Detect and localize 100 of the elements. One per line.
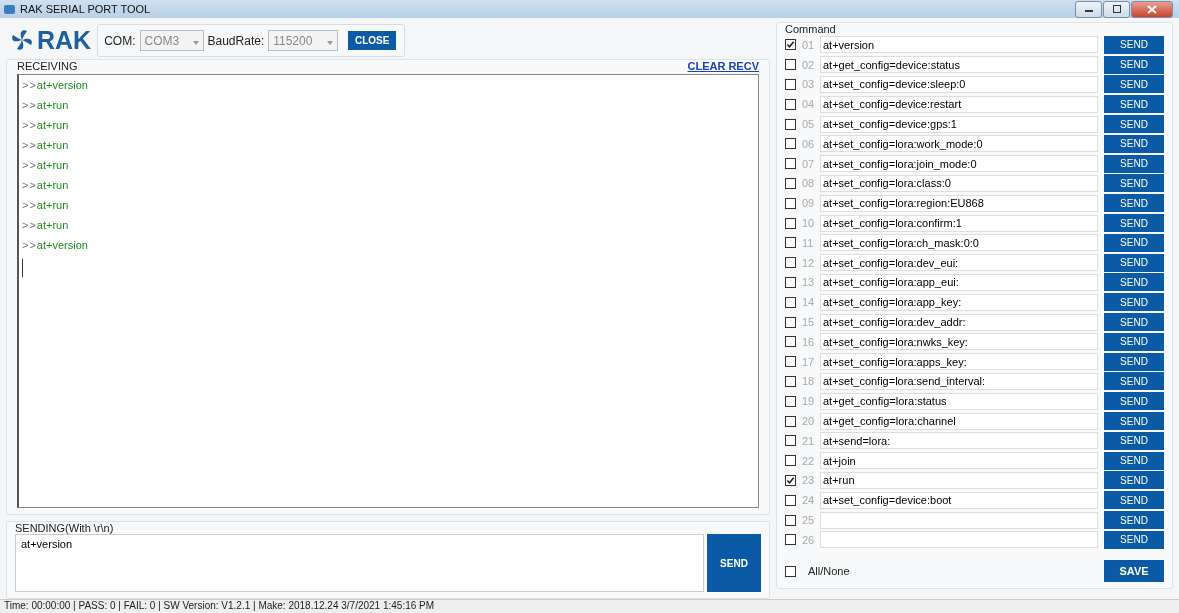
command-input[interactable]: at+set_config=device:restart bbox=[820, 95, 1098, 113]
send-button[interactable]: SEND bbox=[1104, 253, 1164, 272]
receive-text-area[interactable]: >>at+version >>at+run >>at+run >>at+run >>at+run >>at+run >>at+run >>at+run >>at+version bbox=[17, 74, 759, 508]
maximize-icon bbox=[1111, 5, 1122, 13]
checkbox[interactable] bbox=[785, 237, 796, 249]
command-input[interactable]: at+set_config=lora:join_mode:0 bbox=[820, 155, 1098, 173]
send-text-area[interactable]: at+version bbox=[15, 534, 704, 592]
command-input[interactable]: at+send=lora: bbox=[820, 432, 1098, 450]
command-input[interactable]: at+get_config=device:status bbox=[820, 56, 1098, 74]
command-input[interactable]: at+run bbox=[820, 471, 1098, 489]
command-input[interactable]: at+set_config=lora:class:0 bbox=[820, 174, 1098, 192]
checkbox[interactable] bbox=[785, 514, 796, 526]
send-button[interactable]: SEND bbox=[1104, 75, 1164, 94]
send-button[interactable]: SEND bbox=[1104, 392, 1164, 411]
checkbox[interactable] bbox=[785, 356, 796, 368]
received-line: >>at+run bbox=[22, 139, 70, 153]
checkbox[interactable] bbox=[785, 257, 796, 269]
command-input[interactable]: at+set_config=lora:dev_eui: bbox=[820, 254, 1098, 272]
minimize-button[interactable] bbox=[1075, 0, 1102, 18]
checkbox[interactable] bbox=[785, 197, 796, 209]
send-button[interactable]: SEND bbox=[1104, 530, 1164, 549]
command-input[interactable]: at+set_config=lora:dev_addr: bbox=[820, 313, 1098, 331]
command-input[interactable]: at+set_config=lora:region:EU868 bbox=[820, 194, 1098, 212]
checkbox[interactable] bbox=[785, 474, 796, 486]
checkbox[interactable] bbox=[785, 217, 796, 229]
command-input[interactable]: at+set_config=lora:work_mode:0 bbox=[820, 135, 1098, 153]
send-button[interactable]: SEND bbox=[1104, 451, 1164, 470]
row-number: 03 bbox=[802, 78, 816, 91]
row-number: 18 bbox=[802, 375, 816, 388]
send-button[interactable]: SEND bbox=[1104, 431, 1164, 450]
command-input[interactable]: at+join bbox=[820, 452, 1098, 470]
send-button[interactable]: SEND bbox=[1104, 115, 1164, 134]
command-input[interactable]: at+set_config=lora:app_eui: bbox=[820, 273, 1098, 291]
checkbox[interactable] bbox=[785, 415, 796, 427]
checkbox[interactable] bbox=[785, 276, 796, 288]
send-button[interactable]: SEND bbox=[1104, 95, 1164, 114]
logo-text: RAK bbox=[37, 26, 92, 55]
row-number: 14 bbox=[802, 296, 816, 309]
save-button[interactable]: SAVE bbox=[1104, 560, 1164, 582]
checkbox[interactable] bbox=[785, 177, 796, 189]
command-input[interactable]: at+set_config=lora:app_key: bbox=[820, 293, 1098, 311]
send-button[interactable]: SEND bbox=[1104, 491, 1164, 510]
row-number: 26 bbox=[802, 533, 816, 546]
checkbox[interactable] bbox=[785, 494, 796, 506]
checkbox[interactable] bbox=[785, 375, 796, 387]
checkbox[interactable] bbox=[785, 98, 796, 110]
checkbox[interactable] bbox=[785, 158, 796, 170]
command-input[interactable]: at+get_config=lora:channel bbox=[820, 412, 1098, 430]
send-button[interactable]: SEND bbox=[1104, 134, 1164, 153]
checkbox[interactable] bbox=[785, 435, 796, 447]
row-number: 25 bbox=[802, 514, 816, 526]
checkbox[interactable] bbox=[785, 138, 796, 150]
command-input[interactable]: at+set_config=device:boot bbox=[820, 491, 1098, 509]
send-button[interactable]: SEND bbox=[1104, 332, 1164, 351]
command-input[interactable]: at+set_config=device:sleep:0 bbox=[820, 76, 1098, 93]
send-button[interactable]: SEND bbox=[1104, 154, 1164, 173]
row-number: 10 bbox=[802, 217, 816, 230]
send-button[interactable]: SEND bbox=[1104, 293, 1164, 312]
row-number: 04 bbox=[802, 98, 816, 111]
command-input[interactable] bbox=[820, 531, 1098, 549]
send-button[interactable]: SEND bbox=[1104, 412, 1164, 431]
send-button[interactable]: SEND bbox=[1104, 372, 1164, 391]
checkbox[interactable] bbox=[785, 316, 796, 328]
command-input[interactable] bbox=[820, 511, 1098, 529]
send-button[interactable]: SEND bbox=[1104, 174, 1164, 193]
send-button[interactable]: SEND bbox=[707, 534, 761, 592]
checkbox[interactable] bbox=[785, 118, 796, 130]
send-button[interactable]: SEND bbox=[1104, 233, 1164, 252]
command-input[interactable]: at+set_config=device:gps:1 bbox=[820, 115, 1098, 133]
checkbox[interactable] bbox=[785, 565, 796, 577]
send-button[interactable]: SEND bbox=[1104, 313, 1164, 332]
command-input[interactable]: at+set_config=lora:confirm:1 bbox=[820, 214, 1098, 232]
send-button[interactable]: SEND bbox=[1104, 194, 1164, 213]
command-input[interactable]: at+get_config=lora:status bbox=[820, 392, 1098, 410]
send-button[interactable]: SEND bbox=[1104, 511, 1164, 529]
checkbox[interactable] bbox=[785, 296, 796, 308]
checkbox[interactable] bbox=[785, 79, 796, 90]
send-button[interactable]: SEND bbox=[1104, 55, 1164, 74]
command-input[interactable]: at+set_config=lora:ch_mask:0:0 bbox=[820, 234, 1098, 252]
caret-icon bbox=[192, 40, 199, 45]
command-input[interactable]: at+set_config=lora:apps_key: bbox=[820, 353, 1098, 371]
command-input[interactable]: at+set_config=lora:nwks_key: bbox=[820, 333, 1098, 351]
send-button[interactable]: SEND bbox=[1104, 35, 1164, 54]
clear-recv-link[interactable]: CLEAR RECV bbox=[687, 60, 759, 72]
send-button[interactable]: SEND bbox=[1104, 352, 1164, 371]
close-port-button[interactable]: CLOSE bbox=[348, 31, 397, 50]
close-button[interactable] bbox=[1131, 0, 1173, 18]
checkbox[interactable] bbox=[785, 336, 796, 348]
checkbox[interactable] bbox=[785, 534, 796, 546]
send-button[interactable]: SEND bbox=[1104, 214, 1164, 233]
checkbox[interactable] bbox=[785, 59, 796, 71]
command-input[interactable]: at+version bbox=[820, 36, 1098, 54]
row-number: 05 bbox=[802, 118, 816, 131]
checkbox[interactable] bbox=[785, 395, 796, 407]
checkbox[interactable] bbox=[785, 455, 796, 467]
checkbox[interactable] bbox=[785, 39, 796, 51]
command-input[interactable]: at+set_config=lora:send_interval: bbox=[820, 372, 1098, 390]
send-button[interactable]: SEND bbox=[1104, 471, 1164, 490]
maximize-button[interactable] bbox=[1103, 0, 1130, 18]
send-button[interactable]: SEND bbox=[1104, 273, 1164, 292]
